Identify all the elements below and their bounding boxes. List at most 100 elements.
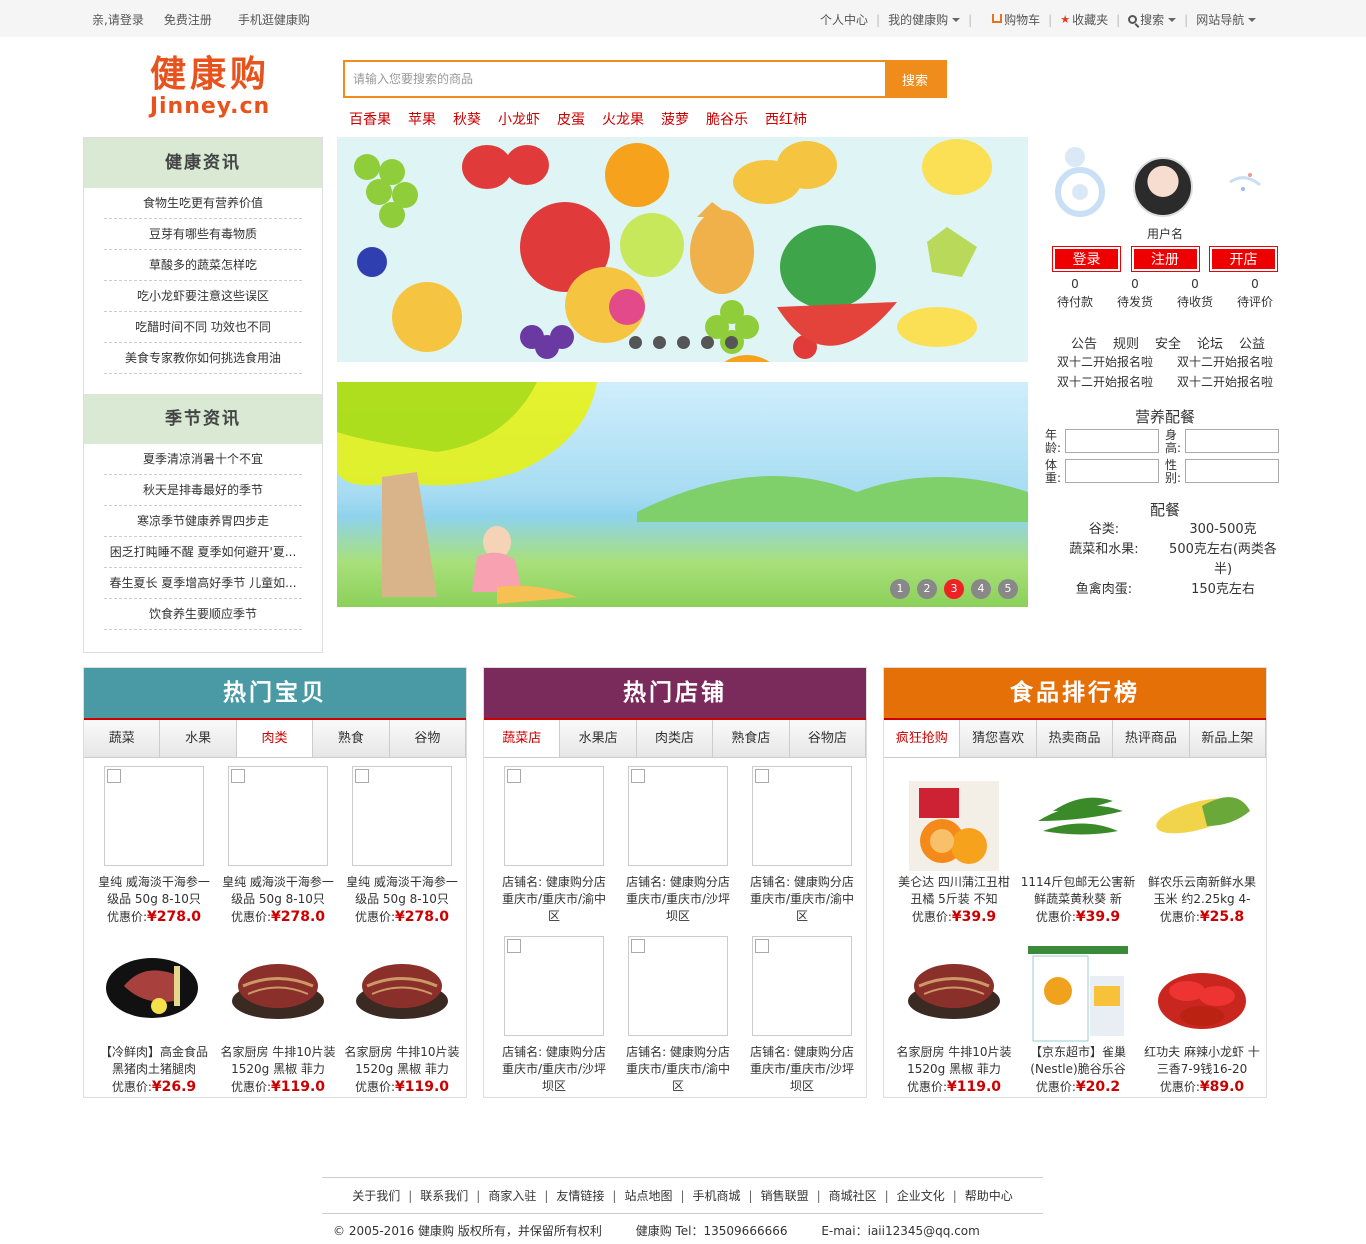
product-card[interactable]: 【冷鲜肉】高金食品 黑猪肉土猪腿肉 优惠价:¥26.9: [92, 936, 216, 1106]
order-count-item[interactable]: 0 待评价: [1225, 275, 1285, 311]
product-name[interactable]: 皇纯 威海淡干海参一级品 50g 8-10只: [216, 874, 340, 908]
notice-link[interactable]: 双十二开始报名啦: [1057, 372, 1153, 392]
product-name[interactable]: 名家厨房 牛排10片装1520g 黑椒 菲力: [892, 1044, 1016, 1078]
search-input[interactable]: [345, 62, 885, 96]
product-card[interactable]: 名家厨房 牛排10片装1520g 黑椒 菲力 优惠价:¥119.0: [892, 936, 1016, 1106]
notice-link[interactable]: 双十二开始报名啦: [1177, 352, 1273, 372]
footer-link[interactable]: 手机商城: [685, 1187, 749, 1204]
favorites-link[interactable]: ★ 收藏夹: [1060, 11, 1108, 28]
site-nav-menu[interactable]: 网站导航: [1196, 11, 1257, 28]
health-news-item[interactable]: 豆芽有哪些有毒物质: [104, 219, 302, 250]
product-card[interactable]: 名家厨房 牛排10片装1520g 黑椒 菲力 优惠价:¥119.0: [340, 936, 464, 1106]
hot_shops-tab[interactable]: 水果店: [560, 720, 637, 757]
footer-link[interactable]: 商家入驻: [480, 1187, 544, 1204]
shop-card[interactable]: 店铺名: 健康购分店 重庆市/重庆市/渝中区: [616, 936, 740, 1106]
product-name[interactable]: 名家厨房 牛排10片装1520g 黑椒 菲力: [340, 1044, 464, 1078]
carousel-page-button[interactable]: 2: [917, 579, 937, 599]
footer-link[interactable]: 帮助中心: [957, 1187, 1021, 1204]
season-news-item[interactable]: 寒凉季节健康养胃四步走: [104, 506, 302, 537]
product-image[interactable]: [104, 766, 204, 866]
product-name[interactable]: 【京东超市】雀巢(Nestle)脆谷乐谷: [1016, 1044, 1140, 1078]
product-image[interactable]: [352, 766, 452, 866]
health-news-item[interactable]: 吃小龙虾要注意这些误区: [104, 281, 302, 312]
hot-keyword-link[interactable]: 秋葵: [453, 109, 481, 129]
notice-tab[interactable]: 规则: [1113, 333, 1139, 352]
carousel-dot[interactable]: [725, 336, 738, 349]
notice-link[interactable]: 双十二开始报名啦: [1057, 352, 1153, 372]
shop-card[interactable]: 店铺名: 健康购分店 重庆市/重庆市/沙坪坝区: [616, 766, 740, 936]
health-news-item[interactable]: 草酸多的蔬菜怎样吃: [104, 250, 302, 281]
shop-image[interactable]: [628, 766, 728, 866]
product-card[interactable]: 名家厨房 牛排10片装1520g 黑椒 菲力 优惠价:¥119.0: [216, 936, 340, 1106]
hot-keyword-link[interactable]: 小龙虾: [498, 109, 540, 129]
ranking-tab[interactable]: 热卖商品: [1036, 720, 1114, 757]
product-name[interactable]: 1114斤包邮无公害新鲜蔬菜黄秋葵 新: [1016, 874, 1140, 908]
order-count-item[interactable]: 0 待收货: [1165, 275, 1225, 311]
shop-image[interactable]: [752, 766, 852, 866]
product-card[interactable]: 1114斤包邮无公害新鲜蔬菜黄秋葵 新优惠价:¥39.9: [1016, 766, 1140, 936]
shop-card[interactable]: 店铺名: 健康购分店 重庆市/重庆市/渝中区: [740, 766, 864, 936]
footer-link[interactable]: 商城社区: [821, 1187, 885, 1204]
product-image[interactable]: [352, 936, 452, 1036]
product-name[interactable]: 美仑达 四川蒲江丑柑丑橘 5斤装 不知: [892, 874, 1016, 908]
shop-card[interactable]: 店铺名: 健康购分店 重庆市/重庆市/沙坪坝区: [492, 936, 616, 1106]
open-shop-button[interactable]: 开店: [1209, 246, 1278, 272]
age-input[interactable]: [1065, 429, 1159, 453]
footer-link[interactable]: 友情链接: [548, 1187, 612, 1204]
season-news-item[interactable]: 夏季清凉消暑十个不宜: [104, 444, 302, 475]
shop-image[interactable]: [504, 766, 604, 866]
notice-tab[interactable]: 安全: [1155, 333, 1181, 352]
hot-keyword-link[interactable]: 百香果: [349, 109, 391, 129]
footer-link[interactable]: 联系我们: [412, 1187, 476, 1204]
hot-keyword-link[interactable]: 苹果: [408, 109, 436, 129]
hot-keyword-link[interactable]: 脆谷乐: [706, 109, 748, 129]
product-name[interactable]: 皇纯 威海淡干海参一级品 50g 8-10只: [92, 874, 216, 908]
product-card[interactable]: 皇纯 威海淡干海参一级品 50g 8-10只 优惠价:¥278.0: [340, 766, 464, 936]
ranking-tab[interactable]: 疯狂抢购: [884, 720, 961, 757]
product-card[interactable]: 红功夫 麻辣小龙虾 十三香7-9钱16-20 优惠价:¥89.0: [1140, 936, 1264, 1106]
product-image[interactable]: [904, 766, 1004, 871]
ranking-tab[interactable]: 热评商品: [1113, 720, 1190, 757]
product-image[interactable]: [1152, 936, 1252, 1036]
carousel-page-button[interactable]: 1: [890, 579, 910, 599]
health-news-item[interactable]: 吃醋时间不同 功效也不同: [104, 312, 302, 343]
product-card[interactable]: 皇纯 威海淡干海参一级品 50g 8-10只 优惠价:¥278.0: [216, 766, 340, 936]
hot_shops-tab[interactable]: 肉类店: [636, 720, 714, 757]
notice-tab[interactable]: 公告: [1071, 333, 1097, 352]
footer-link[interactable]: 企业文化: [889, 1187, 953, 1204]
carousel-dot[interactable]: [677, 336, 690, 349]
carousel-page-button[interactable]: 4: [971, 579, 991, 599]
cart-link[interactable]: 购物车: [992, 11, 1040, 28]
carousel-dot[interactable]: [629, 336, 642, 349]
product-image[interactable]: [1028, 766, 1128, 866]
shop-image[interactable]: [628, 936, 728, 1036]
product-card[interactable]: 【京东超市】雀巢(Nestle)脆谷乐谷 优惠价:¥20.2: [1016, 936, 1140, 1106]
season-news-item[interactable]: 春生夏长 夏季增高好季节 儿童如...: [104, 568, 302, 599]
scenery-banner[interactable]: 12345: [337, 382, 1028, 607]
product-card[interactable]: 鲜农乐云南新鲜水果玉米 约2.25kg 4- 优惠价:¥25.8: [1140, 766, 1264, 936]
login-button[interactable]: 登录: [1052, 246, 1121, 272]
ranking-tab[interactable]: 猜您喜欢: [960, 720, 1037, 757]
height-input[interactable]: [1185, 429, 1279, 453]
footer-link[interactable]: 站点地图: [616, 1187, 680, 1204]
product-image[interactable]: [1028, 936, 1128, 1042]
login-link[interactable]: 亲,请登录: [92, 11, 144, 28]
product-name[interactable]: 名家厨房 牛排10片装1520g 黑椒 菲力: [216, 1044, 340, 1078]
search-menu[interactable]: 搜索: [1128, 11, 1177, 28]
search-button[interactable]: 搜索: [885, 62, 945, 96]
gender-input[interactable]: [1185, 459, 1279, 483]
carousel-page-button[interactable]: 3: [944, 579, 964, 599]
user-center-link[interactable]: 个人中心: [820, 11, 868, 28]
product-name[interactable]: 【冷鲜肉】高金食品 黑猪肉土猪腿肉: [92, 1044, 216, 1078]
notice-link[interactable]: 双十二开始报名啦: [1177, 372, 1273, 392]
hot_items-tab[interactable]: 肉类: [236, 720, 314, 757]
order-count-item[interactable]: 0 待付款: [1045, 275, 1105, 311]
product-name[interactable]: 红功夫 麻辣小龙虾 十三香7-9钱16-20: [1140, 1044, 1264, 1078]
hot-keyword-link[interactable]: 火龙果: [602, 109, 644, 129]
shop-card[interactable]: 店铺名: 健康购分店 重庆市/重庆市/沙坪坝区: [740, 936, 864, 1106]
avatar[interactable]: [1133, 157, 1193, 217]
notice-tab[interactable]: 公益: [1239, 333, 1265, 352]
hot-keyword-link[interactable]: 西红柿: [765, 109, 807, 129]
hot_items-tab[interactable]: 水果: [160, 720, 237, 757]
health-news-item[interactable]: 食物生吃更有营养价值: [104, 188, 302, 219]
